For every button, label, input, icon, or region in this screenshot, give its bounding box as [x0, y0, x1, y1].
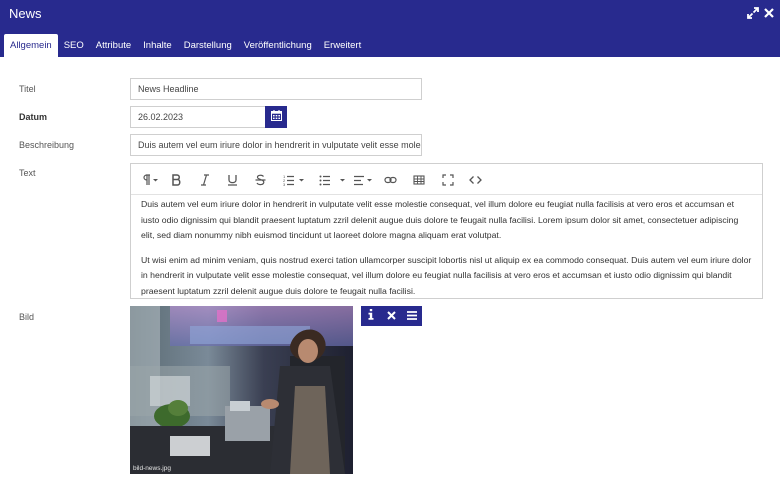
- link-button[interactable]: [384, 172, 397, 187]
- svg-text:3: 3: [283, 182, 286, 186]
- bold-button[interactable]: [171, 172, 181, 187]
- title-label: Titel: [19, 84, 36, 94]
- description-input[interactable]: Duis autem vel eum iriure dolor in hendr…: [130, 134, 422, 156]
- text-label: Text: [19, 168, 36, 178]
- ordered-list-icon: 1 2 3: [283, 174, 305, 186]
- image-menu-button[interactable]: [402, 306, 422, 326]
- image-actions: [361, 306, 422, 326]
- description-label: Beschreibung: [19, 140, 75, 150]
- rich-text-editor: 1 2 3 Duis autem vel eum iriure dolor in…: [130, 163, 763, 299]
- editor-paragraph: Ut wisi enim ad minim veniam, quis nostr…: [141, 254, 752, 296]
- expand-icon[interactable]: [746, 6, 760, 20]
- window-title: News: [9, 6, 42, 21]
- editor-toolbar: 1 2 3: [131, 164, 762, 195]
- unordered-list-icon: [319, 174, 347, 186]
- tab-bar: Allgemein SEO Attribute Inhalte Darstell…: [4, 34, 367, 57]
- fullscreen-button[interactable]: [442, 172, 454, 187]
- align-button[interactable]: [353, 172, 375, 187]
- date-input[interactable]: 26.02.2023: [130, 106, 266, 128]
- italic-button[interactable]: [200, 172, 210, 187]
- code-icon: [469, 174, 482, 186]
- strikethrough-icon: [255, 174, 266, 186]
- bold-icon: [171, 173, 181, 186]
- image-info-button[interactable]: [361, 306, 381, 326]
- editor-content[interactable]: Duis autem vel eum iriure dolor in hendr…: [131, 197, 762, 299]
- tab-darstellung[interactable]: Darstellung: [178, 34, 238, 57]
- editor-paragraph: Duis autem vel eum iriure dolor in hendr…: [141, 199, 739, 240]
- paragraph-format-button[interactable]: [141, 172, 159, 187]
- image-remove-button[interactable]: [381, 306, 401, 326]
- unordered-list-button[interactable]: [319, 172, 347, 187]
- tab-seo[interactable]: SEO: [58, 34, 90, 57]
- paragraph-icon: [141, 173, 159, 186]
- tab-attribute[interactable]: Attribute: [90, 34, 137, 57]
- underline-button[interactable]: [227, 172, 238, 187]
- calendar-icon: [270, 108, 282, 126]
- ordered-list-button[interactable]: 1 2 3: [283, 172, 305, 187]
- italic-icon: [200, 173, 210, 186]
- link-icon: [384, 174, 397, 186]
- fullscreen-icon: [442, 173, 454, 186]
- strikethrough-button[interactable]: [255, 172, 266, 187]
- image-label: Bild: [19, 312, 35, 322]
- table-icon: [413, 174, 425, 186]
- info-icon: [367, 307, 375, 325]
- menu-icon: [406, 307, 417, 325]
- tab-inhalte[interactable]: Inhalte: [137, 34, 178, 57]
- title-input[interactable]: News Headline: [130, 78, 422, 100]
- code-view-button[interactable]: [469, 172, 482, 187]
- align-icon: [353, 174, 375, 186]
- underline-icon: [227, 174, 238, 186]
- remove-icon: [387, 307, 396, 325]
- window-header: News Allgemein SEO Attribute Inhalte Dar…: [0, 0, 780, 57]
- date-label: Datum: [19, 112, 48, 122]
- close-icon[interactable]: [762, 6, 776, 20]
- table-button[interactable]: [413, 172, 425, 187]
- image-caption: bild-news.jpg: [133, 465, 171, 472]
- tab-erweitert[interactable]: Erweitert: [318, 34, 367, 57]
- news-image[interactable]: bild-news.jpg: [130, 306, 353, 474]
- calendar-button[interactable]: [265, 106, 287, 128]
- tab-allgemein[interactable]: Allgemein: [4, 34, 58, 57]
- tab-veroeffentlichung[interactable]: Veröffentlichung: [238, 34, 318, 57]
